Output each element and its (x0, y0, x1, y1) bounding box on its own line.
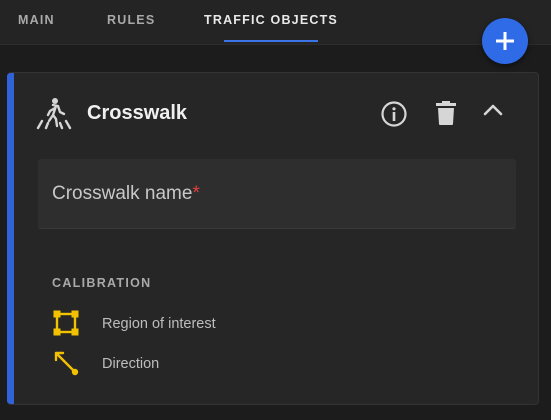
region-of-interest-icon (53, 310, 79, 336)
direction-item[interactable]: Direction (52, 349, 302, 377)
card-accent-bar (7, 73, 14, 404)
crosswalk-name-field[interactable]: Crosswalk name* (38, 159, 516, 229)
crosswalk-icon (36, 98, 72, 130)
region-of-interest-label: Region of interest (102, 316, 216, 332)
direction-label: Direction (102, 356, 160, 372)
plus-icon (496, 32, 514, 50)
tab-traffic-objects[interactable]: TRAFFIC OBJECTS (204, 13, 338, 27)
region-of-interest-item[interactable]: Region of interest (52, 309, 302, 337)
tab-main[interactable]: MAIN (18, 13, 55, 27)
tab-bar: MAIN RULES TRAFFIC OBJECTS (0, 0, 551, 45)
chevron-up-icon (483, 104, 503, 116)
crosswalk-name-label: Crosswalk name* (52, 183, 200, 204)
delete-button[interactable] (435, 100, 457, 131)
active-tab-indicator (224, 40, 318, 42)
trash-icon (436, 101, 456, 125)
crosswalk-card: Crosswalk Crosswalk name* CALIBRATION Re… (7, 72, 539, 405)
add-button[interactable] (482, 18, 528, 64)
required-marker: * (192, 183, 200, 204)
calibration-section-title: CALIBRATION (52, 276, 152, 290)
info-icon (381, 101, 407, 127)
collapse-button[interactable] (483, 103, 503, 122)
direction-icon (54, 351, 79, 376)
info-button[interactable] (380, 100, 408, 133)
tab-rules[interactable]: RULES (107, 13, 155, 27)
card-title: Crosswalk (87, 102, 188, 124)
